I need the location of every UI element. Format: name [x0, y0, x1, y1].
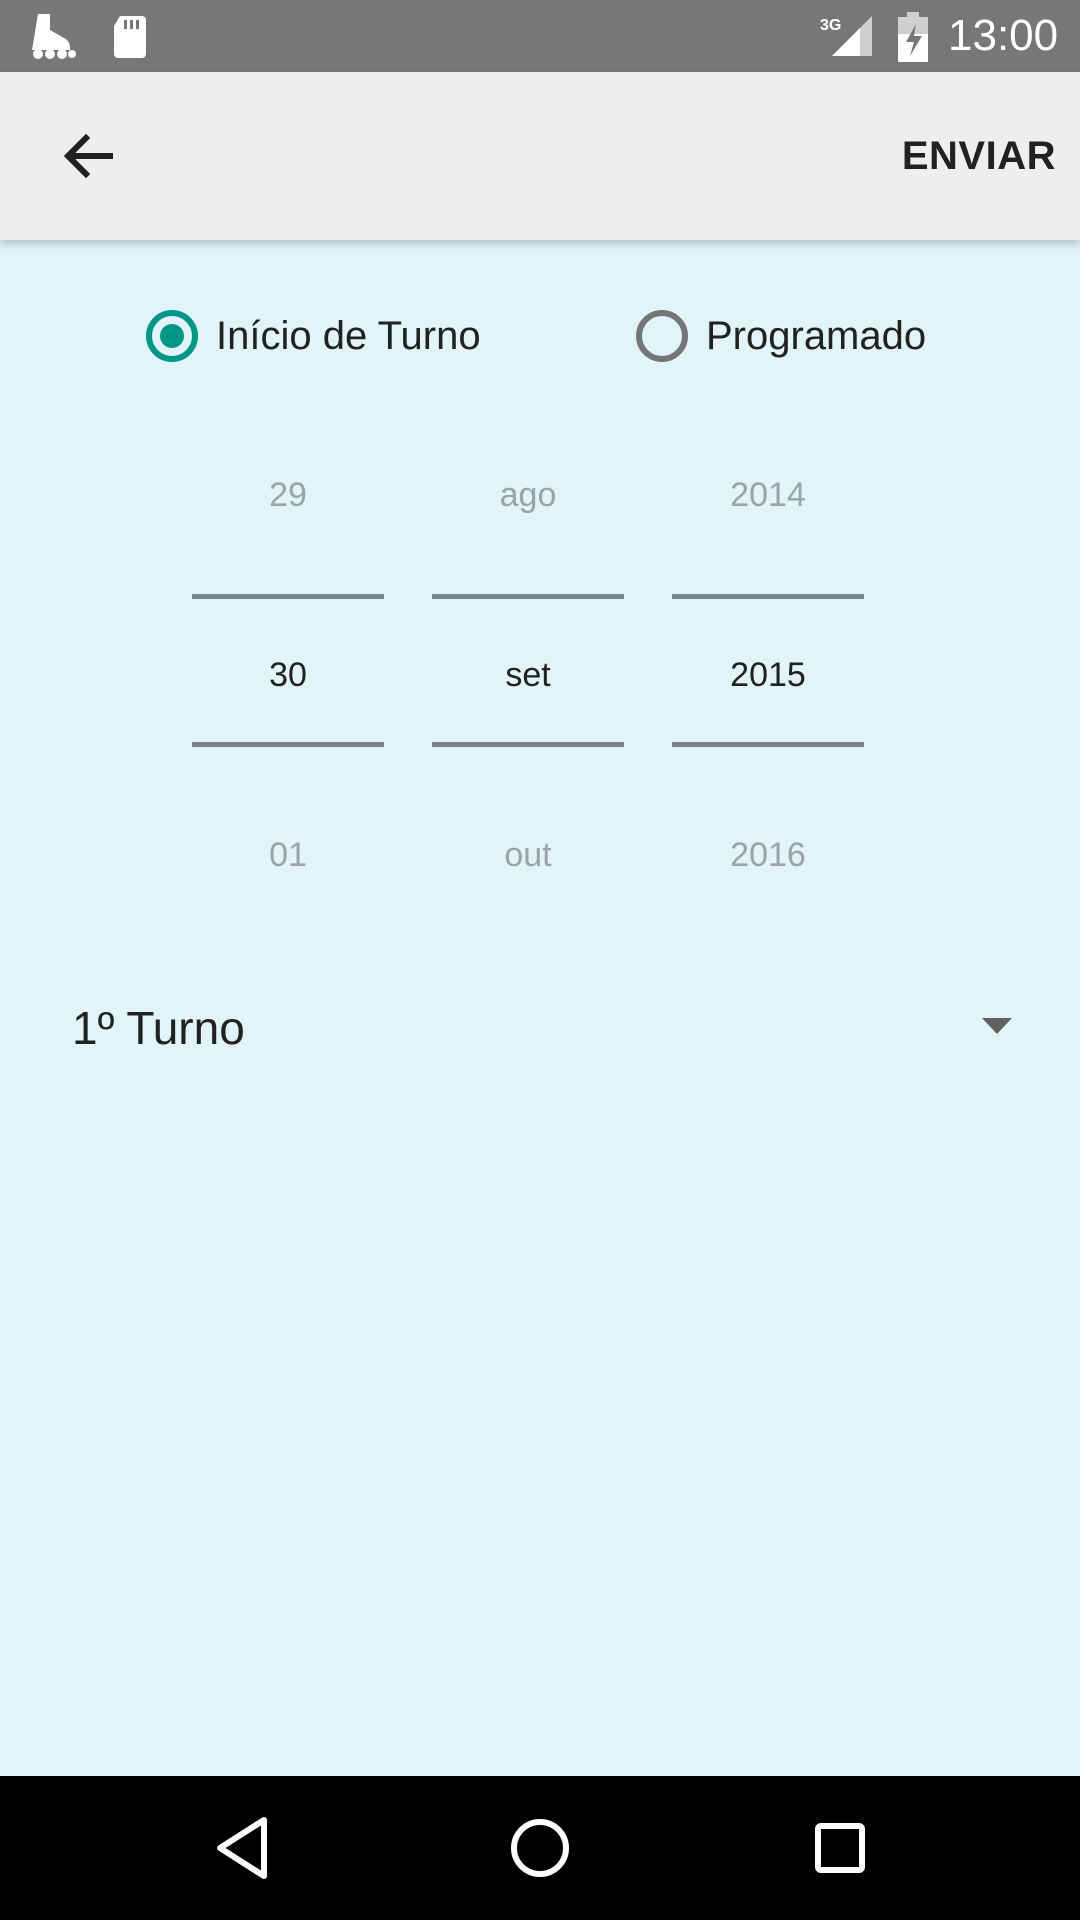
year-next[interactable]: 2016 [672, 830, 864, 880]
month-current[interactable]: set [432, 650, 624, 700]
nav-back-icon[interactable] [206, 1812, 278, 1884]
skate-icon [32, 14, 76, 59]
picker-divider [192, 594, 384, 599]
year-prev[interactable]: 2014 [672, 470, 864, 520]
app-bar: ENVIAR [0, 72, 1080, 240]
day-next[interactable]: 01 [192, 830, 384, 880]
back-button[interactable] [48, 116, 128, 196]
nav-recents-icon[interactable] [804, 1812, 876, 1884]
navigation-bar [0, 1776, 1080, 1920]
radio-shift-start[interactable]: Início de Turno [146, 300, 481, 372]
month-prev[interactable]: ago [432, 470, 624, 520]
day-picker[interactable]: 29 30 01 [192, 440, 384, 880]
send-button[interactable]: ENVIAR [902, 126, 1056, 186]
radio-checked-icon [146, 310, 198, 362]
picker-divider [432, 594, 624, 599]
picker-divider [672, 594, 864, 599]
month-next[interactable]: out [432, 830, 624, 880]
status-time: 13:00 [948, 11, 1059, 60]
shift-spinner[interactable]: 1º Turno [72, 990, 1022, 1066]
signal-3g-icon: 3G [820, 16, 872, 56]
radio-unchecked-icon [636, 310, 688, 362]
month-picker[interactable]: ago set out [432, 440, 624, 880]
day-current[interactable]: 30 [192, 650, 384, 700]
shift-selected-value: 1º Turno [72, 1002, 245, 1054]
picker-divider [192, 742, 384, 747]
battery-charging-icon [898, 12, 928, 62]
picker-divider [672, 742, 864, 747]
nav-home-icon[interactable] [504, 1812, 576, 1884]
arrow-left-icon [63, 133, 113, 179]
year-current[interactable]: 2015 [672, 650, 864, 700]
svg-text:3G: 3G [820, 17, 841, 34]
radio-scheduled-label: Programado [706, 313, 927, 358]
day-prev[interactable]: 29 [192, 470, 384, 520]
dropdown-arrow-icon [982, 1018, 1012, 1034]
sd-card-icon [114, 16, 146, 58]
picker-divider [432, 742, 624, 747]
status-bar: 3G 13:00 [0, 0, 1080, 72]
radio-scheduled[interactable]: Programado [636, 300, 926, 372]
year-picker[interactable]: 2014 2015 2016 [672, 440, 864, 880]
radio-shift-start-label: Início de Turno [216, 313, 481, 358]
